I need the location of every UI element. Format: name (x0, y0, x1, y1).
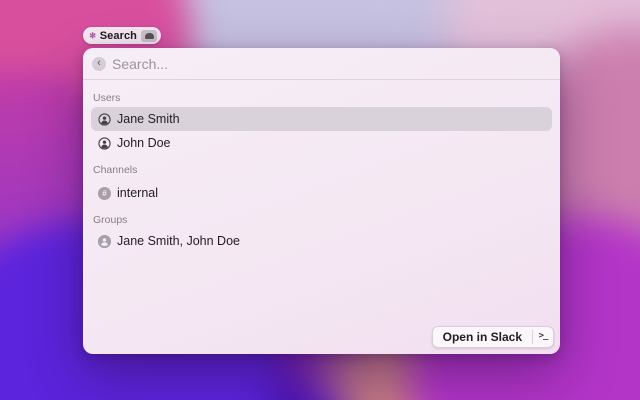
search-bar: ‹ (83, 48, 560, 80)
section-header-channels: Channels (93, 164, 138, 176)
list-item-channel[interactable]: # internal (91, 181, 552, 205)
chevron-left-icon: ‹ (97, 57, 101, 70)
person-circle-icon (98, 136, 111, 150)
pill-label: Search (99, 29, 137, 42)
section-header-users: Users (93, 92, 121, 104)
list-item-label: Jane Smith (117, 112, 180, 126)
key-badge-glyph (144, 32, 154, 39)
list-item-label: internal (117, 186, 158, 200)
list-item-label: Jane Smith, John Doe (117, 234, 240, 248)
key-badge-icon (141, 29, 157, 42)
terminal-prompt-icon: >_ (538, 331, 549, 341)
search-input[interactable] (112, 56, 560, 72)
hash-circle-icon: # (98, 186, 111, 200)
search-panel: ‹ Users Jane Smith John Doe Channels # (83, 48, 560, 354)
list-item-user[interactable]: John Doe (91, 131, 552, 155)
app-flower-icon: ✻ (89, 30, 96, 40)
list-item-user[interactable]: Jane Smith (91, 107, 552, 131)
people-circle-icon (98, 234, 111, 248)
menubar-search-pill[interactable]: ✻ Search (83, 27, 161, 44)
section-header-groups: Groups (93, 214, 128, 226)
list-item-group[interactable]: Jane Smith, John Doe (91, 229, 552, 253)
open-in-slack-label: Open in Slack (442, 330, 522, 344)
results-list: Users Jane Smith John Doe Channels # int… (91, 80, 552, 253)
back-button[interactable]: ‹ (92, 57, 106, 71)
open-in-slack-button[interactable]: Open in Slack >_ (431, 326, 554, 348)
person-circle-icon (98, 112, 111, 126)
list-item-label: John Doe (117, 136, 171, 150)
